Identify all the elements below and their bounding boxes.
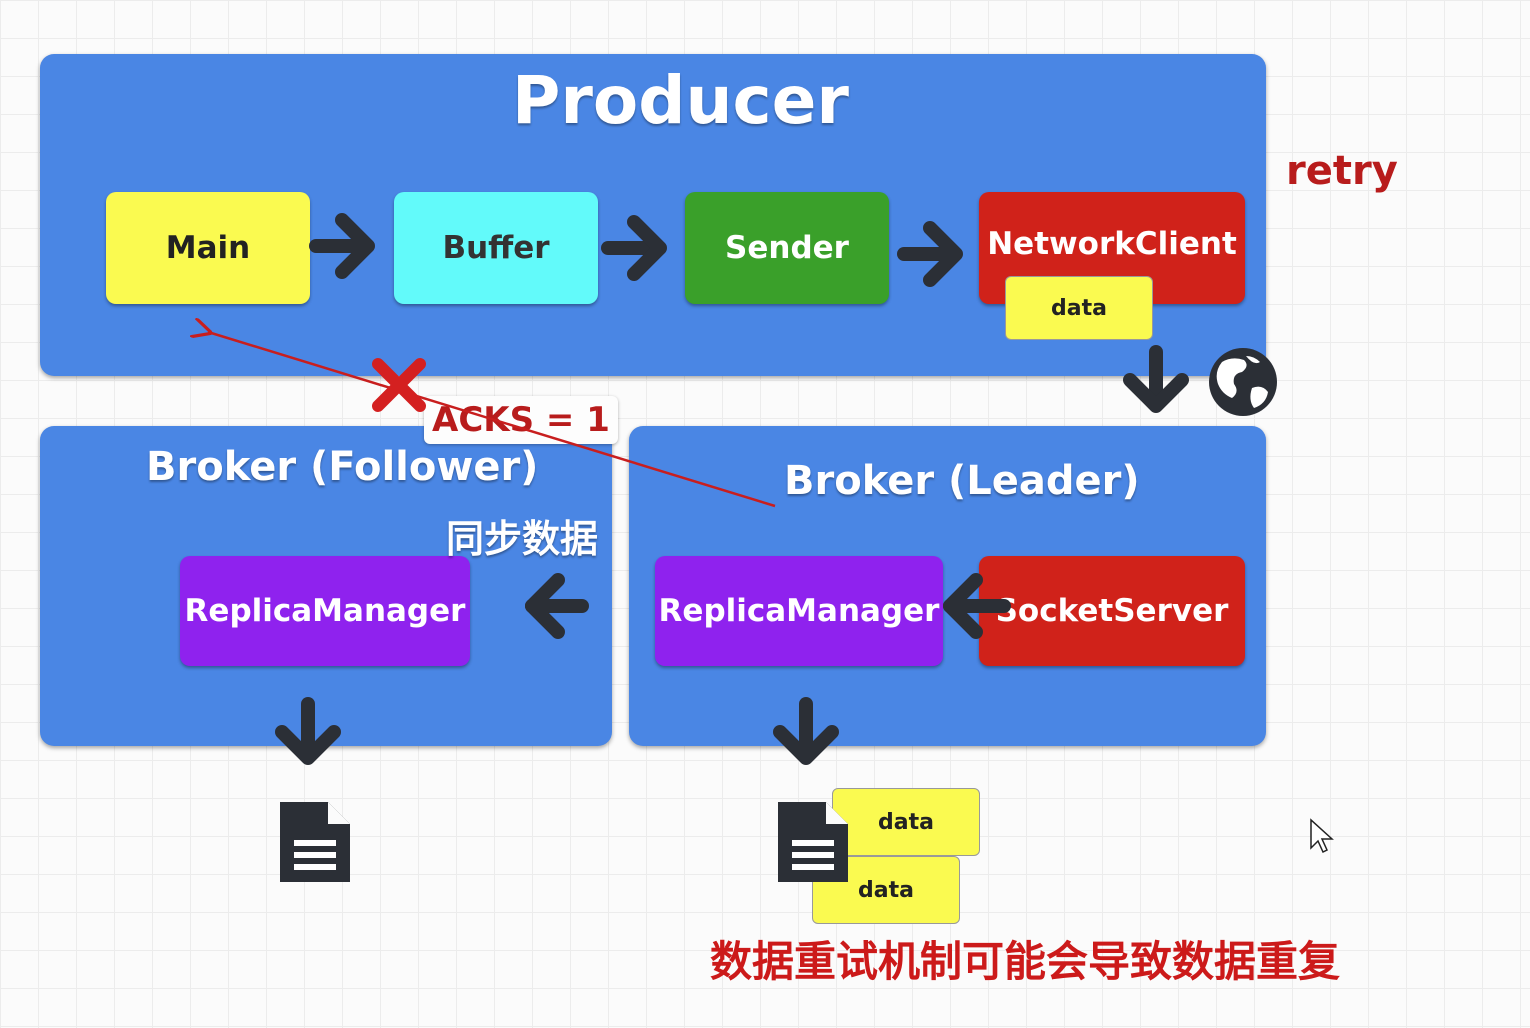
arrow-down-icon [773, 697, 839, 765]
arrow-down-icon [1123, 345, 1189, 413]
document-icon [778, 802, 848, 882]
arrow-left-icon [525, 573, 589, 639]
arrow-down-icon [275, 697, 341, 765]
document-icon [280, 802, 350, 882]
arrow-left-icon [943, 573, 1011, 639]
diagram-overlay [0, 213, 1334, 882]
cursor-icon [1310, 818, 1334, 854]
arrow-right-icon [897, 221, 963, 287]
globe-icon [1209, 348, 1277, 416]
ack-return-line [208, 332, 776, 508]
arrow-right-icon [601, 215, 667, 281]
arrow-right-icon [309, 213, 375, 279]
